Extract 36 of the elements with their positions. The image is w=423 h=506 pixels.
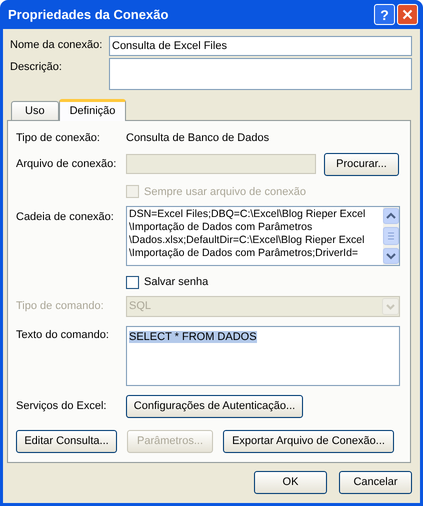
checkbox-label: Sempre usar arquivo de conexão [144,184,306,200]
text-line: \Dados.xlsx;DefaultDir=C:\Excel\Blog Rieper Excel [129,234,366,247]
field-label: Cadeia de conexão: [16,210,115,225]
field-label: Arquivo de conexão: [16,156,118,172]
field-label: Texto do comando: [16,328,110,342]
command-text: SELECT * FROM DADOS [129,330,257,342]
field-label: Serviços do Excel: [16,398,108,414]
button[interactable]: Editar Consulta... [16,430,117,452]
help-button[interactable]: ? [374,4,395,25]
tab[interactable]: Uso [11,101,59,120]
scroll-up-icon[interactable] [383,208,399,224]
checkbox-label: Salvar senha [144,275,208,290]
text-line: \Importação de Dados com Parâmetros [129,221,314,234]
window-title: Propriedades da Conexão [8,6,168,24]
field-label: Nome da conexão: [9,38,104,54]
button[interactable]: Cancelar [339,471,412,494]
button[interactable]: Configurações de Autenticação... [126,394,303,418]
text-line: DSN=Excel Files;DBQ=C:\Excel\Blog Rieper Excel [129,208,366,221]
button[interactable]: Exportar Arquivo de Conexão... [223,430,394,452]
close-button[interactable] [397,4,418,25]
tab[interactable]: Definição [58,99,126,121]
text-line: \Importação de Dados com Parâmetros;DriverId= [129,247,360,260]
checkbox[interactable] [126,276,139,289]
command-text-field[interactable]: SELECT * FROM DADOS [126,326,400,386]
button[interactable]: OK [254,471,327,494]
connection-type-value: Consulta de Banco de Dados [126,131,270,146]
field-label: Tipo de comando: [16,298,105,314]
close-icon [402,9,413,20]
scroll-thumb-icon[interactable] [383,227,399,245]
field-label: Tipo de conexão: [16,131,101,146]
description-field[interactable] [109,58,412,90]
scrollbar[interactable] [383,207,399,265]
name-field[interactable]: Consulta de Excel Files [109,36,412,56]
field-label: Descrição: [9,60,63,75]
scroll-down-icon[interactable] [383,248,399,264]
connection-string-field[interactable]: DSN=Excel Files;DBQ=C:\Excel\Blog Rieper Excel \Importação de Dados com Parâmetros \Dados.xlsx;DefaultDir=C:\Excel\Blog Rieper Excel \Importação de Dados com Parâmetros;DriverId= [126,206,400,266]
